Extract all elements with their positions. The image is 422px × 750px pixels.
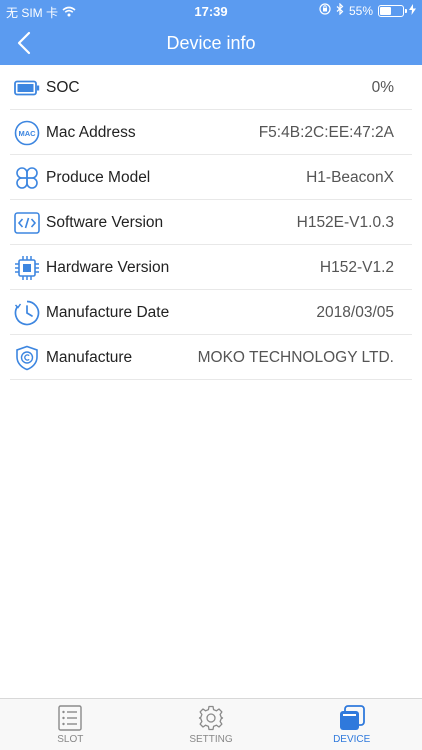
- row-label: SOC: [46, 78, 80, 96]
- tab-label: DEVICE: [333, 733, 371, 745]
- nav-bar: Device info: [0, 21, 422, 65]
- row-value: MOKO TECHNOLOGY LTD.: [197, 348, 394, 366]
- row-software-version: Software Version H152E-V1.0.3: [0, 200, 422, 245]
- mac-icon: MAC: [14, 120, 40, 146]
- gear-icon: [198, 705, 224, 730]
- code-icon: [14, 210, 40, 236]
- row-label: Produce Model: [46, 168, 151, 186]
- device-info-list: SOC 0% MAC Mac Address F5:4B:2C:EE:47:2A…: [0, 65, 422, 380]
- row-value: H1-BeaconX: [306, 168, 394, 186]
- row-label: Mac Address: [46, 123, 136, 141]
- row-produce-model: Produce Model H1-BeaconX: [0, 155, 422, 200]
- tab-slot[interactable]: SLOT: [0, 699, 141, 750]
- tab-label: SLOT: [57, 733, 84, 745]
- row-label: Manufacture Date: [46, 303, 170, 321]
- row-manufacture: Manufacture MOKO TECHNOLOGY LTD.: [0, 335, 422, 380]
- row-value: 2018/03/05: [316, 303, 394, 321]
- battery-icon: [378, 4, 407, 17]
- row-value: H152-V1.2: [319, 258, 394, 276]
- row-label: Software Version: [46, 213, 164, 231]
- battery-percent: 55%: [348, 3, 373, 18]
- tab-setting[interactable]: SETTING: [141, 699, 282, 750]
- charging-bolt-icon: [409, 3, 416, 18]
- row-value: F5:4B:2C:EE:47:2A: [258, 123, 394, 141]
- model-icon: [14, 165, 40, 191]
- chip-icon: [14, 255, 40, 281]
- tab-device[interactable]: DEVICE: [281, 699, 422, 750]
- page-title: Device info: [166, 33, 256, 53]
- list-icon: [58, 704, 83, 731]
- row-manufacture-date: Manufacture Date 2018/03/05: [0, 290, 422, 335]
- row-label: Hardware Version: [46, 258, 170, 276]
- battery-icon: [14, 75, 40, 101]
- row-value: H152E-V1.0.3: [296, 213, 394, 231]
- clock-icon: [14, 300, 40, 326]
- tab-bar: SLOT SETTING DEVICE: [0, 698, 422, 750]
- row-value: 0%: [371, 78, 394, 96]
- tab-label: SETTING: [189, 733, 233, 745]
- device-icon: [339, 704, 365, 730]
- row-soc: SOC 0%: [0, 65, 422, 110]
- orientation-lock-icon: [319, 3, 331, 18]
- status-bar: 无 SIM 卡 17:39 55%: [0, 0, 422, 21]
- status-right: 55%: [319, 2, 416, 18]
- svg-text:MAC: MAC: [18, 129, 36, 138]
- bluetooth-icon: [336, 2, 344, 18]
- row-label: Manufacture: [46, 348, 133, 366]
- row-hardware-version: Hardware Version H152-V1.2: [0, 245, 422, 290]
- copyright-shield-icon: [14, 345, 40, 371]
- row-mac-address: MAC Mac Address F5:4B:2C:EE:47:2A: [0, 110, 422, 155]
